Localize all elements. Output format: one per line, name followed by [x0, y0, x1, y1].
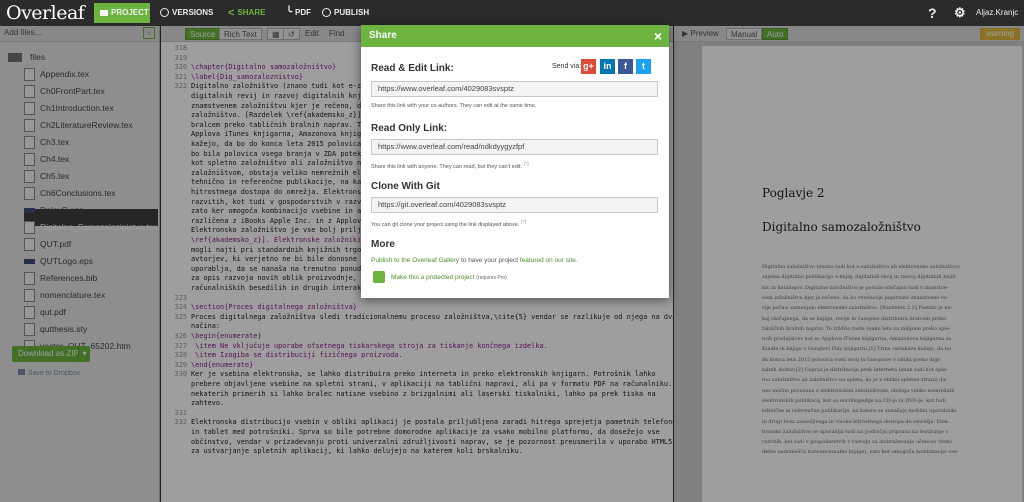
publish-gallery-link[interactable]: Publish to the Overleaf Gallery — [371, 257, 459, 264]
clone-git-help: You can git clone your project using the… — [371, 219, 527, 228]
read-edit-help: Share this link with your co-authors. Th… — [371, 103, 537, 109]
share-modal-header: Share × — [361, 25, 669, 47]
project-tab[interactable]: PROJECT — [100, 0, 149, 26]
protected-project-link[interactable]: Make this a protected project (requires … — [391, 274, 507, 281]
share-modal-title: Share — [369, 30, 397, 41]
history-icon — [160, 8, 169, 18]
top-bar: Overleaf PROJECT VERSIONS < SHARE ╰ PDF PU… — [0, 0, 1024, 26]
help-button[interactable]: ? — [928, 0, 937, 26]
share-icon: < — [228, 7, 235, 19]
read-only-link-field[interactable]: https://www.overleaf.com/read/ndkdyygyzf… — [371, 139, 658, 155]
share-modal: Share × Read & Edit Link: Send via: g+ i… — [361, 25, 669, 298]
clone-git-link-field[interactable]: https://git.overleaf.com/4029083svsptz — [371, 197, 658, 213]
read-only-help: Share this link with anyone. They can re… — [371, 161, 529, 170]
help-icon[interactable]: [?] — [521, 219, 526, 224]
read-edit-heading: Read & Edit Link: — [371, 63, 454, 74]
twitter-icon[interactable]: t — [636, 59, 651, 74]
versions-label: VERSIONS — [172, 8, 214, 17]
gear-icon[interactable]: ⚙ — [954, 0, 966, 26]
pdf-button[interactable]: ╰ PDF — [286, 0, 311, 26]
pdf-icon: ╰ — [286, 7, 293, 18]
share-button[interactable]: < SHARE — [228, 0, 265, 26]
publish-label: PUBLISH — [334, 8, 370, 17]
linkedin-icon[interactable]: in — [600, 59, 615, 74]
google-plus-icon[interactable]: g+ — [581, 59, 596, 74]
more-heading: More — [371, 239, 395, 250]
clone-git-heading: Clone With Git — [371, 181, 440, 192]
protected-project-icon — [373, 271, 385, 283]
read-only-heading: Read Only Link: — [371, 123, 448, 134]
pdf-label: PDF — [295, 8, 312, 18]
facebook-icon[interactable]: f — [618, 59, 633, 74]
gallery-text: Publish to the Overleaf Gallery to have … — [371, 257, 578, 264]
globe-icon — [322, 8, 331, 18]
close-icon[interactable]: × — [654, 25, 662, 47]
send-via-label: Send via: — [552, 63, 582, 70]
share-label: SHARE — [237, 8, 266, 18]
overleaf-logo[interactable]: Overleaf — [6, 1, 85, 25]
featured-link[interactable]: featured on our site. — [520, 257, 578, 264]
publish-button[interactable]: PUBLISH — [322, 0, 369, 26]
folder-icon — [100, 9, 108, 16]
project-label: PROJECT — [111, 8, 149, 17]
help-icon[interactable]: [?] — [524, 161, 529, 166]
user-menu[interactable]: Aljaz.Kranjc — [976, 0, 1018, 26]
read-edit-link-field[interactable]: https://www.overleaf.com/4029083svsptz — [371, 81, 658, 97]
versions-button[interactable]: VERSIONS — [160, 0, 213, 26]
